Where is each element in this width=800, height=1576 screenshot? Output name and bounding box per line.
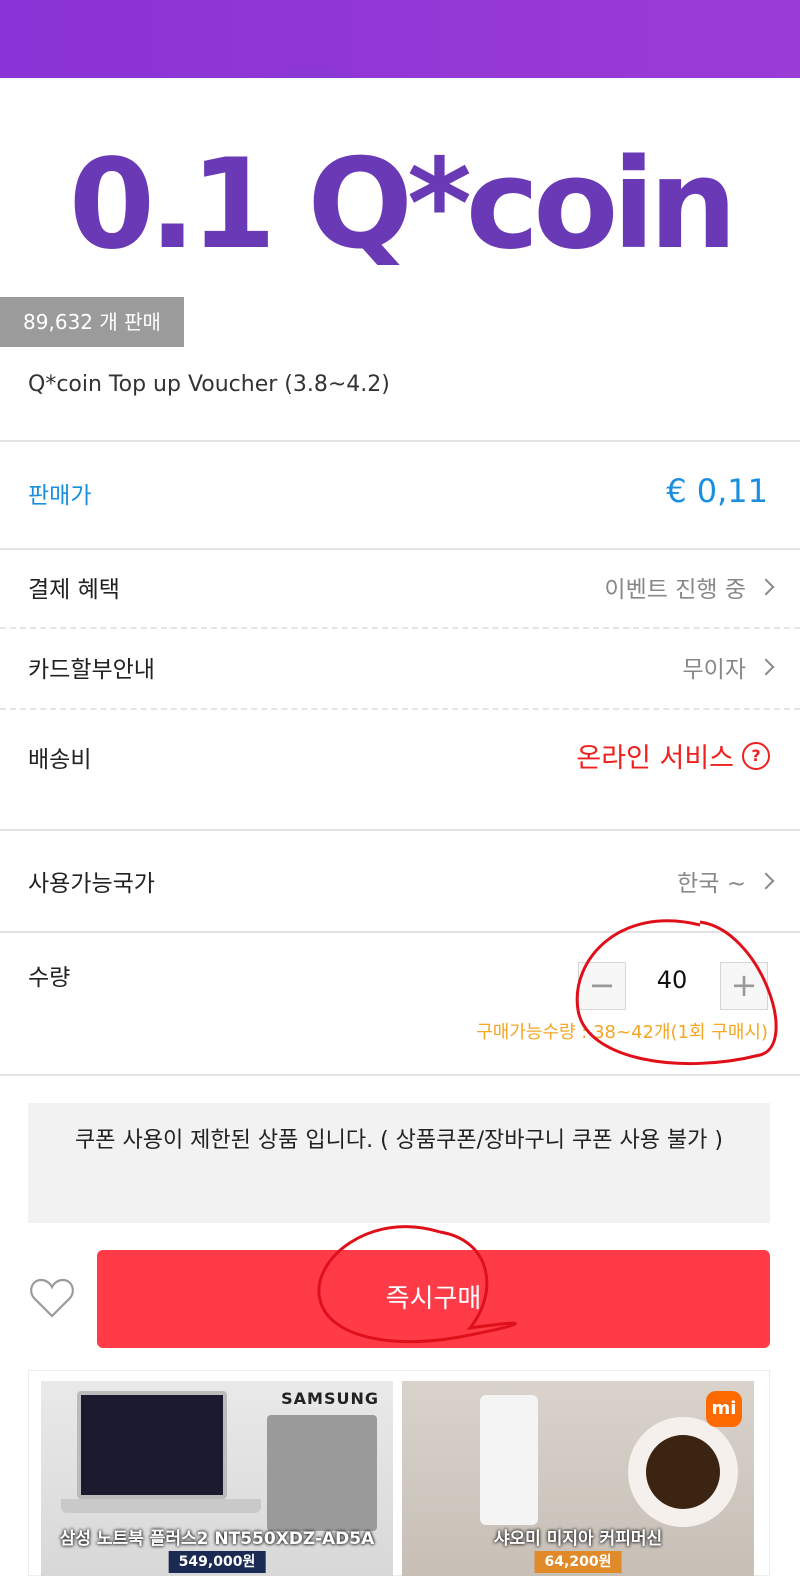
quantity-increase-button[interactable]: + (720, 962, 768, 1010)
dashed-divider (0, 708, 800, 710)
price-label: 판매가 (28, 483, 92, 509)
ad-strip: SAMSUNG 삼성 노트북 플러스2 NT550XDZ-AD5A 549,00… (28, 1370, 770, 1576)
quantity-label: 수량 (28, 965, 71, 991)
brand-logo: SAMSUNG (281, 1389, 379, 1408)
divider (0, 931, 800, 933)
laptop-image (267, 1415, 377, 1531)
quantity-value[interactable]: 40 (632, 966, 712, 994)
chevron-right-icon (757, 578, 775, 596)
ad-price: 64,200원 (534, 1551, 622, 1573)
heart-icon[interactable] (28, 1274, 76, 1322)
divider (0, 1074, 800, 1076)
shipping-label: 배송비 (28, 747, 92, 773)
payment-benefit-link[interactable]: 이벤트 진행 중 (604, 570, 775, 604)
mi-logo-icon: mi (706, 1391, 742, 1427)
dashed-divider (0, 627, 800, 629)
coupon-notice: 쿠폰 사용이 제한된 상품 입니다. ( 상품쿠폰/장바구니 쿠폰 사용 불가 … (28, 1103, 770, 1223)
card-installment-value: 무이자 (682, 657, 746, 683)
ad-banner-samsung-laptop[interactable]: SAMSUNG 삼성 노트북 플러스2 NT550XDZ-AD5A 549,00… (41, 1381, 393, 1576)
payment-benefit-label: 결제 혜택 (28, 577, 120, 603)
top-banner (0, 0, 800, 78)
shipping-value-text: 온라인 서비스 (576, 743, 734, 774)
help-icon[interactable]: ? (742, 741, 770, 770)
ad-banner-xiaomi-coffee[interactable]: mi 샤오미 미지아 커피머신 64,200원 (402, 1381, 754, 1576)
shipping-value: 온라인 서비스 ? (576, 736, 770, 775)
laptop-screen-image (77, 1391, 227, 1499)
ad-caption: 샤오미 미지아 커피머신 (493, 1529, 663, 1549)
countries-value: 한국 ~ (677, 871, 746, 897)
product-logo: 0.1 Q*coin (68, 133, 738, 277)
quantity-decrease-button[interactable]: − (578, 962, 626, 1010)
banner-decoration (262, 66, 358, 78)
laptop-base-image (61, 1499, 261, 1513)
card-installment-label: 카드할부안내 (28, 657, 155, 683)
ad-price: 549,000원 (168, 1551, 266, 1573)
coffee-image (646, 1435, 720, 1509)
divider (0, 440, 800, 442)
chevron-right-icon (757, 658, 775, 676)
card-installment-link[interactable]: 무이자 (682, 650, 775, 684)
payment-benefit-value: 이벤트 진행 중 (604, 577, 746, 603)
divider (0, 829, 800, 831)
coffee-machine-image (480, 1395, 538, 1525)
quantity-limit-note: 구매가능수량 : 38~42개(1회 구매시) (476, 1022, 768, 1043)
chevron-right-icon (757, 872, 775, 890)
countries-label: 사용가능국가 (28, 871, 155, 897)
sold-count-badge: 89,632 개 판매 (0, 297, 184, 347)
buy-now-button[interactable]: 즉시구매 (97, 1250, 770, 1348)
product-title: Q*coin Top up Voucher (3.8~4.2) (28, 372, 390, 397)
divider (0, 548, 800, 550)
ad-caption: 삼성 노트북 플러스2 NT550XDZ-AD5A (59, 1529, 375, 1549)
price-value: € 0,11 (666, 472, 768, 510)
countries-link[interactable]: 한국 ~ (677, 864, 775, 898)
